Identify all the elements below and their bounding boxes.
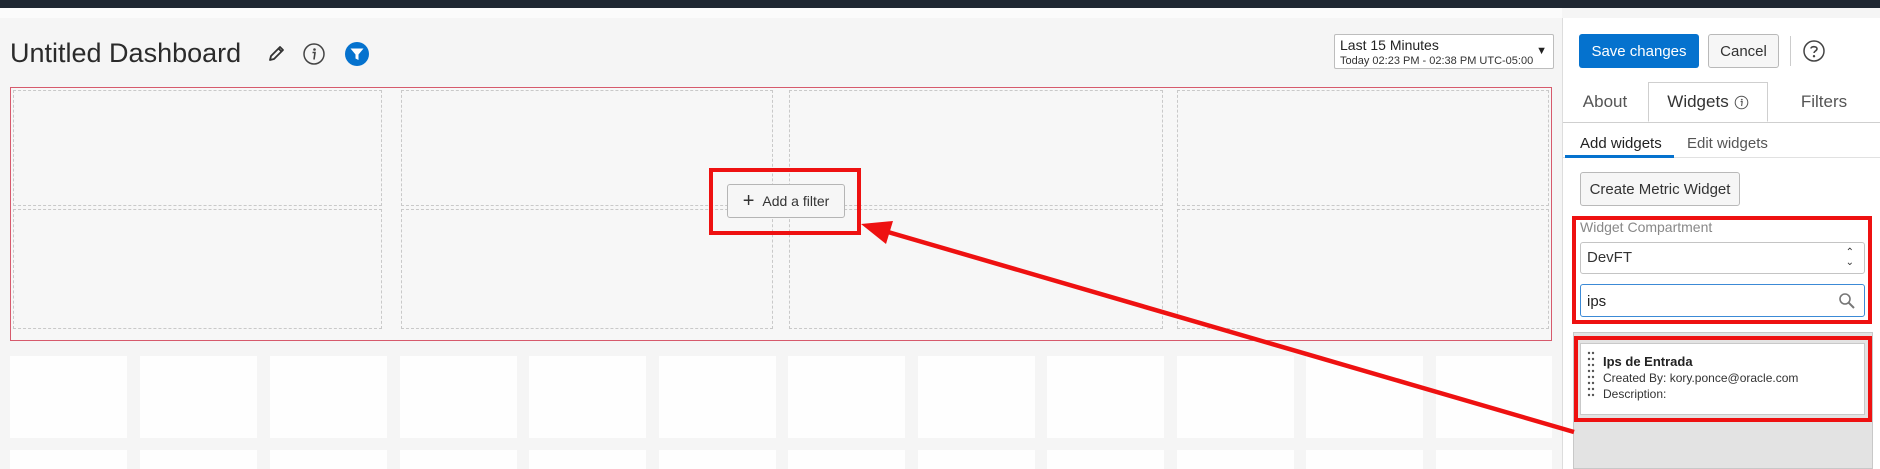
chevron-down-icon: ▼ xyxy=(1536,45,1547,57)
placeholder-tile xyxy=(1306,450,1423,469)
header-strip xyxy=(0,8,1562,18)
toolbar-divider xyxy=(1790,36,1791,66)
placeholder-tile xyxy=(529,356,646,438)
placeholder-tile xyxy=(918,450,1035,469)
placeholder-tile xyxy=(1436,450,1552,469)
placeholder-tile xyxy=(1177,356,1294,438)
placeholder-tile xyxy=(1436,356,1552,438)
placeholder-tile xyxy=(659,356,776,438)
cancel-button[interactable]: Cancel xyxy=(1708,34,1779,68)
placeholder-tile xyxy=(788,356,905,438)
placeholder-tile xyxy=(1306,356,1423,438)
placeholder-tile xyxy=(140,450,257,469)
placeholder-tile xyxy=(659,450,776,469)
grid-cell xyxy=(13,90,382,206)
subtab-edit-widgets[interactable]: Edit widgets xyxy=(1687,128,1768,158)
placeholder-tile xyxy=(1047,450,1164,469)
create-metric-widget-button[interactable]: Create Metric Widget xyxy=(1580,172,1740,206)
panel-tab-bar: About Widgets Filters xyxy=(1563,82,1880,123)
tab-widgets[interactable]: Widgets xyxy=(1648,82,1768,122)
help-icon[interactable] xyxy=(1802,39,1826,63)
annotation-highlight-add-filter xyxy=(709,168,861,235)
annotation-highlight-compartment-search xyxy=(1572,216,1872,324)
funnel-icon[interactable] xyxy=(344,41,370,67)
tab-about[interactable]: About xyxy=(1563,82,1647,122)
info-icon xyxy=(1734,95,1749,109)
placeholder-tile xyxy=(918,356,1035,438)
grid-cell xyxy=(13,209,382,329)
placeholder-tile xyxy=(788,450,905,469)
time-range-label: Last 15 Minutes xyxy=(1340,37,1439,53)
pencil-icon[interactable] xyxy=(266,42,288,64)
grid-cell xyxy=(1177,90,1549,206)
subtab-add-widgets[interactable]: Add widgets xyxy=(1580,128,1662,158)
placeholder-tile xyxy=(270,450,387,469)
placeholder-tile xyxy=(400,450,517,469)
placeholder-tile xyxy=(140,356,257,438)
info-icon[interactable] xyxy=(302,42,326,66)
grid-cell xyxy=(1177,209,1549,329)
time-range-detail: Today 02:23 PM - 02:38 PM UTC-05:00 xyxy=(1340,55,1534,67)
time-range-select[interactable]: Last 15 Minutes Today 02:23 PM - 02:38 P… xyxy=(1334,34,1554,69)
tab-filters[interactable]: Filters xyxy=(1768,82,1880,122)
placeholder-tile xyxy=(270,356,387,438)
placeholder-tile xyxy=(400,356,517,438)
page-title: Untitled Dashboard xyxy=(10,38,242,68)
tab-widgets-label: Widgets xyxy=(1667,92,1729,111)
placeholder-tile xyxy=(529,450,646,469)
save-button[interactable]: Save changes xyxy=(1579,34,1699,68)
annotation-highlight-result xyxy=(1574,336,1872,422)
placeholder-tile xyxy=(10,450,127,469)
placeholder-tile xyxy=(1047,356,1164,438)
placeholder-tile xyxy=(1177,450,1294,469)
subtab-active-indicator xyxy=(1565,155,1674,158)
placeholder-tile xyxy=(10,356,127,438)
app-top-bar xyxy=(0,0,1880,8)
